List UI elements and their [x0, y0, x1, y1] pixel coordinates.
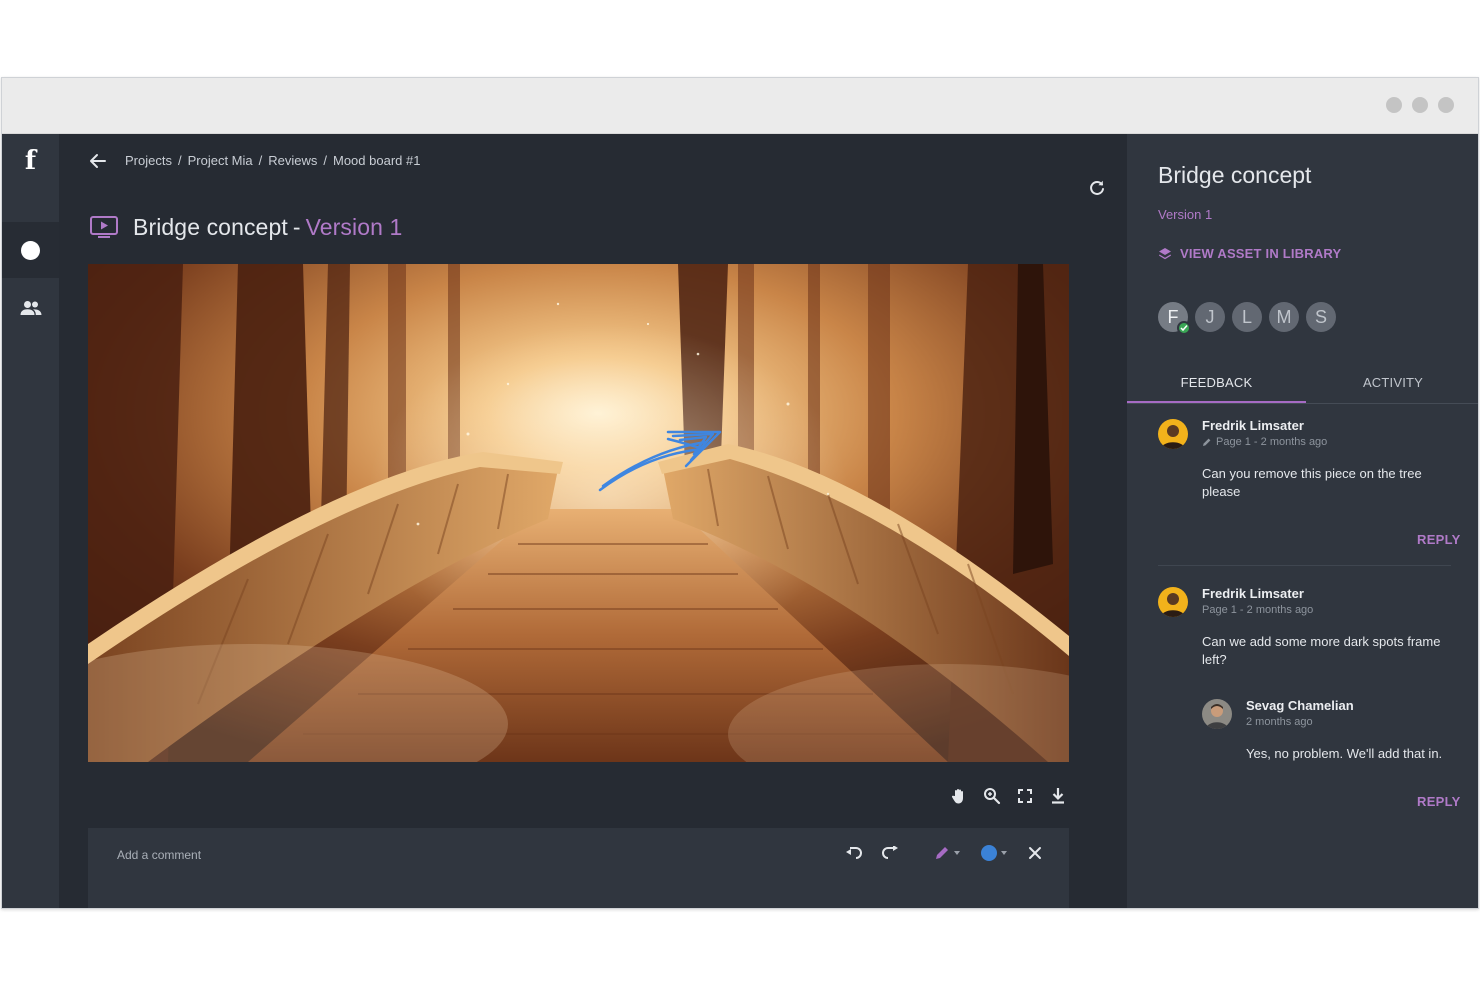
comment-meta-text: Page 1 - 2 months ago [1216, 436, 1328, 448]
avatar-initial: M [1276, 306, 1292, 327]
window-titlebar [2, 78, 1478, 134]
pen-icon[interactable] [934, 842, 960, 864]
fullscreen-icon[interactable] [1015, 786, 1035, 806]
app-logo[interactable]: f [2, 146, 59, 176]
avatar[interactable]: J [1195, 302, 1225, 332]
comment-author: Fredrik Limsater [1202, 586, 1304, 601]
circle-icon [21, 240, 40, 260]
comment-input[interactable] [117, 844, 817, 866]
view-asset-label: VIEW ASSET IN LIBRARY [1180, 246, 1342, 261]
reply-text: Yes, no problem. We'll add that in. [1246, 746, 1443, 761]
undo-icon[interactable] [845, 842, 863, 864]
avatar[interactable] [1158, 587, 1188, 617]
color-icon[interactable] [981, 842, 1007, 864]
reviewer-avatars: F J L M S [1158, 302, 1336, 335]
reply-button[interactable]: REPLY [1417, 794, 1461, 809]
view-asset-link[interactable]: VIEW ASSET IN LIBRARY [1158, 246, 1341, 261]
check-icon [1177, 321, 1191, 335]
asset-version: Version 1 [305, 213, 403, 240]
comment-meta: Page 1 - 2 months ago [1202, 604, 1313, 616]
people-icon [20, 301, 41, 315]
panel-version: Version 1 [1158, 207, 1213, 222]
sidebar-item-home[interactable] [2, 222, 59, 278]
asset-name: Bridge concept [133, 213, 288, 240]
window-control-dot[interactable] [1386, 97, 1402, 113]
presentation-icon [90, 216, 118, 238]
sidebar: f [2, 134, 59, 908]
tab-activity[interactable]: ACTIVITY [1306, 360, 1478, 404]
sidebar-item-team[interactable] [2, 280, 59, 336]
comment-meta-text: Page 1 - 2 months ago [1202, 604, 1314, 616]
window-control-dot[interactable] [1412, 97, 1428, 113]
reply-author: Sevag Chamelian [1246, 698, 1354, 713]
breadcrumb: Projects / Project Mia / Reviews / Mood … [125, 153, 420, 168]
download-icon[interactable] [1048, 786, 1068, 806]
comment-text: Can you remove this piece on the tree pl… [1202, 466, 1422, 499]
avatar[interactable]: S [1306, 302, 1336, 332]
app-window: f Projects / Project Mia / Reviews / Moo… [1, 77, 1479, 909]
comment-meta: Page 1 - 2 months ago [1202, 436, 1327, 448]
avatar-initial: J [1205, 306, 1215, 327]
window-control-dot[interactable] [1438, 97, 1454, 113]
hand-icon[interactable] [949, 786, 969, 806]
reply-meta: 2 months ago [1246, 716, 1313, 728]
view-toolbar [949, 786, 1068, 806]
chevron-down-icon [1001, 851, 1007, 855]
title-separator: - [292, 213, 301, 240]
bridge-artwork-image [88, 264, 1069, 762]
close-icon[interactable] [1028, 842, 1042, 864]
back-arrow-icon[interactable] [87, 150, 109, 172]
breadcrumb-item[interactable]: Project Mia [188, 153, 253, 168]
avatar[interactable]: F [1158, 302, 1191, 335]
comment-text: Can we add some more dark spots frame le… [1202, 634, 1441, 667]
redo-icon[interactable] [881, 842, 899, 864]
avatar[interactable]: L [1232, 302, 1262, 332]
breadcrumb-item[interactable]: Mood board #1 [333, 153, 420, 168]
review-panel: Bridge concept Version 1 VIEW ASSET IN L… [1127, 134, 1478, 908]
breadcrumb-separator: / [258, 153, 263, 168]
comment-author: Fredrik Limsater [1202, 418, 1304, 433]
chevron-down-icon [954, 851, 960, 855]
avatar-initial: L [1241, 306, 1252, 327]
breadcrumb-separator: / [177, 153, 182, 168]
comment-bar [88, 828, 1069, 908]
page-title: Bridge concept - Version 1 [133, 214, 402, 241]
page-title-row: Bridge concept - Version 1 [89, 212, 402, 242]
breadcrumb-item[interactable]: Reviews [268, 153, 317, 168]
avatar[interactable] [1202, 699, 1232, 729]
active-tab-indicator [1127, 401, 1306, 403]
artwork-canvas[interactable] [88, 264, 1069, 762]
breadcrumb-item[interactable]: Projects [125, 153, 172, 168]
avatar[interactable]: M [1269, 302, 1299, 332]
panel-title: Bridge concept [1158, 162, 1312, 188]
color-swatch [981, 845, 997, 861]
refresh-icon[interactable] [1087, 178, 1107, 198]
layers-icon [1159, 247, 1171, 259]
main-area: Projects / Project Mia / Reviews / Mood … [59, 134, 1127, 908]
divider [1158, 565, 1451, 566]
tab-feedback[interactable]: FEEDBACK [1127, 360, 1306, 404]
zoom-icon[interactable] [982, 786, 1002, 806]
breadcrumb-separator: / [323, 153, 327, 168]
panel-tabs: FEEDBACK ACTIVITY [1127, 360, 1478, 404]
pen-icon [1203, 438, 1211, 446]
avatar[interactable] [1158, 419, 1188, 449]
reply-button[interactable]: REPLY [1417, 532, 1461, 547]
avatar-initial: S [1314, 306, 1327, 327]
